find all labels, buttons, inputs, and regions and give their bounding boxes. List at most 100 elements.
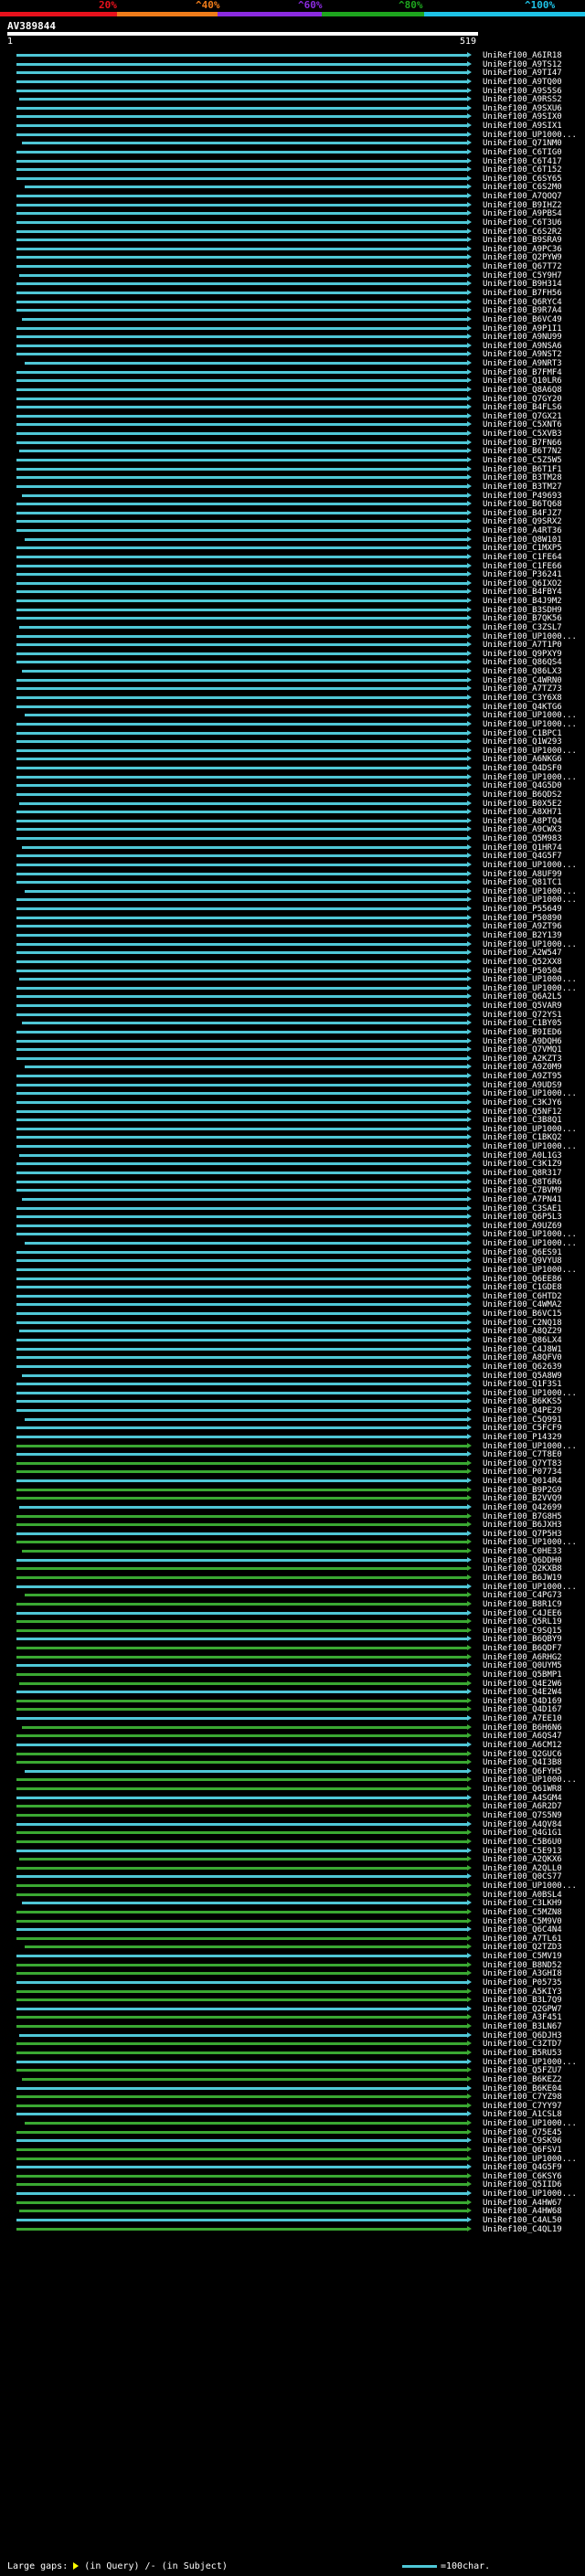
hit-label[interactable]: UniRef100_A2KZT3 bbox=[483, 1055, 562, 1064]
hit-bar[interactable] bbox=[16, 1336, 472, 1342]
hit-bar[interactable] bbox=[16, 1081, 472, 1087]
hit-label[interactable]: UniRef100_Q2PYW9 bbox=[483, 253, 562, 262]
hit-bar[interactable] bbox=[16, 298, 472, 304]
hit-label[interactable]: UniRef100_A6R2D7 bbox=[483, 1802, 562, 1811]
hit-bar[interactable] bbox=[25, 535, 472, 542]
hit-bar[interactable] bbox=[16, 1794, 472, 1800]
hit-label[interactable]: UniRef100_Q4DSF0 bbox=[483, 764, 562, 773]
hit-bar[interactable] bbox=[16, 1908, 472, 1914]
hit-label[interactable]: UniRef100_Q4D169 bbox=[483, 1697, 562, 1706]
hit-label[interactable]: UniRef100_Q61WR8 bbox=[483, 1785, 562, 1794]
hit-label[interactable]: UniRef100_Q72YS1 bbox=[483, 1011, 562, 1020]
hit-bar[interactable] bbox=[16, 1988, 472, 1994]
hit-bar[interactable] bbox=[16, 879, 472, 885]
hit-bar[interactable] bbox=[16, 69, 472, 76]
hit-label[interactable]: UniRef100_P55649 bbox=[483, 905, 562, 914]
hit-bar[interactable] bbox=[16, 1486, 472, 1492]
hit-label[interactable]: UniRef100_Q75E45 bbox=[483, 2128, 562, 2137]
hit-label[interactable]: UniRef100_Q0CS77 bbox=[483, 1872, 562, 1882]
hit-bar[interactable] bbox=[16, 228, 472, 234]
hit-bar[interactable] bbox=[16, 1882, 472, 1889]
hit-label[interactable]: UniRef100_Q2KXB8 bbox=[483, 1564, 562, 1574]
hit-bar[interactable] bbox=[16, 1495, 472, 1501]
hit-bar[interactable] bbox=[16, 1935, 472, 1941]
hit-bar[interactable] bbox=[16, 324, 472, 331]
hit-label[interactable]: UniRef100_C5B6U0 bbox=[483, 1838, 562, 1847]
hit-bar[interactable] bbox=[16, 1117, 472, 1123]
hit-label[interactable]: UniRef100_C5MV19 bbox=[483, 1952, 562, 1961]
hit-bar[interactable] bbox=[16, 1697, 472, 1703]
hit-label[interactable]: UniRef100_Q7S5N9 bbox=[483, 1811, 562, 1820]
hit-bar[interactable] bbox=[16, 993, 472, 1000]
hit-bar[interactable] bbox=[16, 967, 472, 973]
hit-bar[interactable] bbox=[16, 254, 472, 260]
hit-bar[interactable] bbox=[16, 1917, 472, 1924]
hit-bar[interactable] bbox=[16, 826, 472, 832]
hit-label[interactable]: UniRef100_Q4G5F7 bbox=[483, 852, 562, 861]
hit-label[interactable]: UniRef100_B4J9M2 bbox=[483, 597, 562, 606]
hit-bar[interactable] bbox=[16, 1653, 472, 1659]
hit-label[interactable]: UniRef100_A9NST2 bbox=[483, 350, 562, 359]
hit-bar[interactable] bbox=[16, 237, 472, 243]
hit-label[interactable]: UniRef100_UP1000... bbox=[483, 1538, 577, 1547]
hit-bar[interactable] bbox=[16, 104, 472, 111]
hit-bar[interactable] bbox=[16, 598, 472, 604]
hit-bar[interactable] bbox=[16, 263, 472, 270]
hit-bar[interactable] bbox=[16, 148, 472, 154]
hit-label[interactable]: UniRef100_UP1000... bbox=[483, 2155, 577, 2164]
hit-label[interactable]: UniRef100_A7PN41 bbox=[483, 1195, 562, 1204]
hit-bar[interactable] bbox=[16, 773, 472, 779]
hit-label[interactable]: UniRef100_B3L7Q9 bbox=[483, 1996, 562, 2005]
hit-label[interactable]: UniRef100_C4WRN0 bbox=[483, 676, 562, 685]
hit-bar[interactable] bbox=[16, 676, 472, 683]
hit-bar[interactable] bbox=[16, 940, 472, 947]
hit-bar[interactable] bbox=[16, 1891, 472, 1897]
hit-bar[interactable] bbox=[16, 1459, 472, 1466]
hit-bar[interactable] bbox=[16, 641, 472, 648]
hit-bar[interactable] bbox=[16, 632, 472, 639]
hit-label[interactable]: UniRef100_UP1000... bbox=[483, 940, 577, 949]
hit-bar[interactable] bbox=[16, 482, 472, 489]
hit-bar[interactable] bbox=[16, 765, 472, 771]
hit-bar[interactable] bbox=[16, 87, 472, 93]
hit-bar[interactable] bbox=[16, 553, 472, 559]
hit-label[interactable]: UniRef100_C1FE64 bbox=[483, 553, 562, 562]
hit-label[interactable]: UniRef100_A9CWX3 bbox=[483, 825, 562, 834]
hit-label[interactable]: UniRef100_A8PTQ4 bbox=[483, 817, 562, 826]
hit-label[interactable]: UniRef100_A3F451 bbox=[483, 2013, 562, 2022]
hit-bar[interactable] bbox=[16, 2128, 472, 2135]
hit-label[interactable]: UniRef100_Q5M983 bbox=[483, 834, 562, 843]
hit-label[interactable]: UniRef100_B9IED6 bbox=[483, 1028, 562, 1037]
hit-bar[interactable] bbox=[16, 1820, 472, 1827]
hit-label[interactable]: UniRef100_Q5VAR9 bbox=[483, 1002, 562, 1011]
hit-label[interactable]: UniRef100_A4HW67 bbox=[483, 2199, 562, 2208]
hit-bar[interactable] bbox=[16, 1248, 472, 1255]
hit-label[interactable]: UniRef100_A7TL61 bbox=[483, 1935, 562, 1944]
hit-bar[interactable] bbox=[16, 1354, 472, 1361]
hit-label[interactable]: UniRef100_A8XH71 bbox=[483, 808, 562, 817]
hit-label[interactable]: UniRef100_C4JEE6 bbox=[483, 1609, 562, 1618]
hit-bar[interactable] bbox=[22, 2075, 472, 2082]
hit-label[interactable]: UniRef100_B7G8H5 bbox=[483, 1512, 562, 1521]
hit-bar[interactable] bbox=[16, 1257, 472, 1264]
hit-label[interactable]: UniRef100_C5FCF9 bbox=[483, 1424, 562, 1433]
hit-label[interactable]: UniRef100_Q8W101 bbox=[483, 535, 562, 545]
hit-label[interactable]: UniRef100_A4HW68 bbox=[483, 2207, 562, 2216]
hit-bar[interactable] bbox=[16, 2050, 472, 2055]
hit-label[interactable]: UniRef100_A7T1P0 bbox=[483, 641, 562, 650]
hit-bar[interactable] bbox=[16, 1627, 472, 1633]
hit-bar[interactable] bbox=[16, 1170, 472, 1175]
hit-label[interactable]: UniRef100_P07734 bbox=[483, 1468, 562, 1477]
hit-bar[interactable] bbox=[16, 1425, 472, 1431]
hit-label[interactable]: UniRef100_B6TQ68 bbox=[483, 500, 562, 509]
hit-label[interactable]: UniRef100_Q86QS4 bbox=[483, 658, 562, 667]
hit-label[interactable]: UniRef100_UP1000... bbox=[483, 1776, 577, 1785]
hit-bar[interactable] bbox=[16, 2199, 472, 2205]
hit-label[interactable]: UniRef100_Q2TZD3 bbox=[483, 1943, 562, 1952]
hit-bar[interactable] bbox=[16, 606, 472, 612]
hit-label[interactable]: UniRef100_UP1000... bbox=[483, 887, 577, 896]
hit-label[interactable]: UniRef100_C6HTD2 bbox=[483, 1292, 562, 1301]
hit-label[interactable]: UniRef100_C3KJY6 bbox=[483, 1098, 562, 1108]
hit-bar[interactable] bbox=[16, 1539, 472, 1545]
hit-label[interactable]: UniRef100_B6KKS5 bbox=[483, 1397, 562, 1406]
